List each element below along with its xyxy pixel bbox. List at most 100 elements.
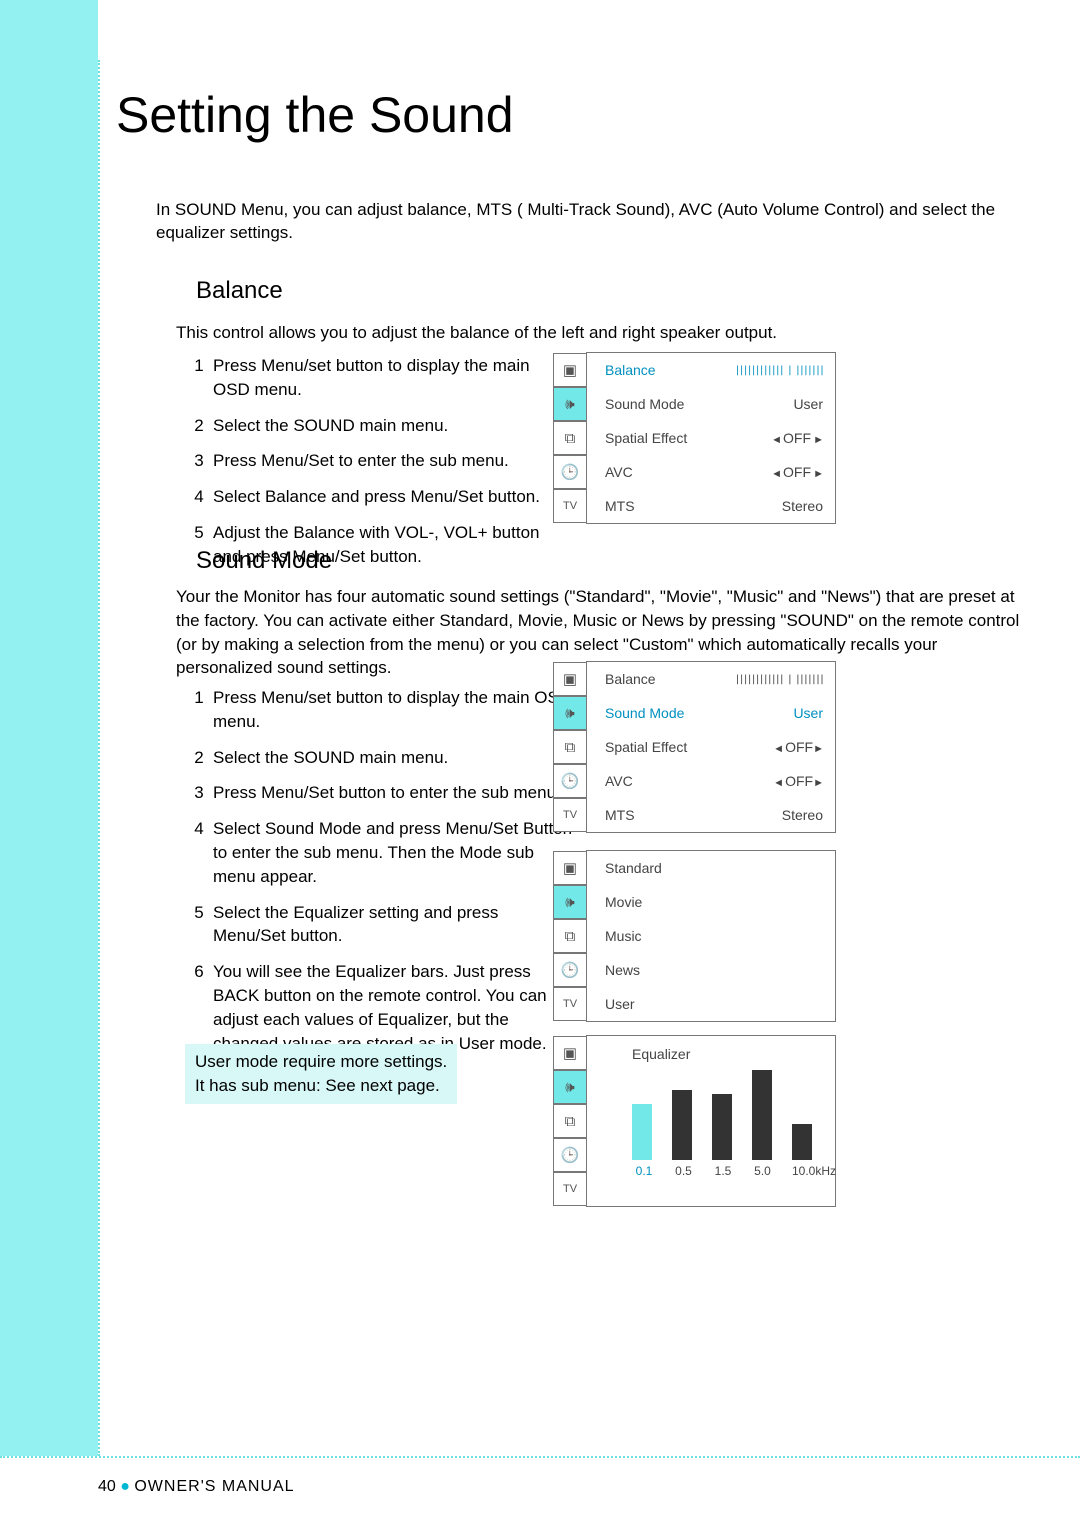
step-text: Select the Equalizer setting and press M… <box>213 901 575 949</box>
osd-row-avc: AVC◄ OFF ► <box>587 455 835 489</box>
osd-label: MTS <box>605 807 635 823</box>
osd-label: Sound Mode <box>605 396 684 412</box>
osd-value: ◄ OFF ► <box>771 464 823 480</box>
osd-row-spatial: Spatial Effect ◄ OFF► <box>587 730 835 764</box>
osd-mode-movie: Movie <box>587 885 835 919</box>
timer-icon: 🕒 <box>553 1138 587 1172</box>
dotted-divider-horizontal <box>0 1456 1080 1458</box>
osd-mode-music: Music <box>587 919 835 953</box>
osd-mode-user: User <box>587 987 835 1021</box>
eq-bar <box>752 1070 772 1160</box>
dotted-divider-vertical <box>98 60 100 1456</box>
balance-ticks: |||||||||||| | ||||||| <box>735 674 823 685</box>
osd-row-soundmode: Sound Mode User <box>587 696 835 730</box>
note-line: User mode require more settings. <box>195 1050 447 1074</box>
osd-label: Music <box>605 928 642 944</box>
page-number: 40 <box>98 1478 116 1495</box>
osd-mode-news: News <box>587 953 835 987</box>
step-text: Press Menu/Set button to enter the sub m… <box>213 781 575 805</box>
picture-icon: ▣ <box>553 851 587 885</box>
osd-icon-column: ▣ 🕪 ⧉ 🕒 TV <box>553 851 587 1021</box>
sound-icon: 🕪 <box>553 387 587 421</box>
balance-subtext: This control allows you to adjust the ba… <box>176 323 936 343</box>
equalizer-axis: 0.1 0.5 1.5 5.0 10.0kHz <box>632 1164 838 1178</box>
osd-mode-standard: Standard <box>587 851 835 885</box>
footer-label: OWNER'S MANUAL <box>134 1478 294 1495</box>
timer-icon: 🕒 <box>553 953 587 987</box>
osd-label: Balance <box>605 671 656 687</box>
osd-menu-balance: ▣ 🕪 ⧉ 🕒 TV Balance|||||||||||| | |||||||… <box>586 352 836 524</box>
picture-icon: ▣ <box>553 1036 587 1070</box>
osd-icon-column: ▣ 🕪 ⧉ 🕒 TV <box>553 662 587 832</box>
picture-icon: ▣ <box>553 353 587 387</box>
osd-row-balance: Balance |||||||||||| | ||||||| <box>587 353 835 387</box>
eq-bar <box>792 1124 812 1160</box>
osd-icon-column: ▣ 🕪 ⧉ 🕒 TV <box>553 353 587 523</box>
step-text: You will see the Equalizer bars. Just pr… <box>213 960 575 1055</box>
osd-row-mts: MTS Stereo <box>587 489 835 523</box>
step-number: 5 <box>185 901 213 949</box>
balance-heading: Balance <box>196 277 283 305</box>
step-number: 4 <box>185 485 213 509</box>
eq-label: 1.5 <box>711 1164 735 1178</box>
osd-value: User <box>793 705 823 721</box>
osd-value: ◄ OFF► <box>773 773 823 789</box>
step-text: Press Menu/set button to display the mai… <box>213 686 575 734</box>
step-number: 1 <box>185 354 213 402</box>
sound-icon: 🕪 <box>553 696 587 730</box>
osd-menu-soundmode: ▣ 🕪 ⧉ 🕒 TV Balance|||||||||||| | |||||||… <box>586 661 836 833</box>
sound-icon: 🕪 <box>553 885 587 919</box>
balance-ticks: |||||||||||| | ||||||| <box>735 365 823 376</box>
side-strip <box>0 0 98 1456</box>
eq-bar <box>672 1090 692 1160</box>
step-number: 2 <box>185 746 213 770</box>
osd-label: Spatial Effect <box>605 430 687 446</box>
tv-icon: TV <box>553 987 587 1021</box>
osd-icon-column: ▣ 🕪 ⧉ 🕒 TV <box>553 1036 587 1206</box>
eq-label: 5.0 <box>751 1164 775 1178</box>
osd-row-soundmode: Sound Mode User <box>587 387 835 421</box>
tv-icon: TV <box>553 1172 587 1206</box>
step-number: 6 <box>185 960 213 1055</box>
note-line: It has sub menu: See next page. <box>195 1074 447 1098</box>
osd-label: Sound Mode <box>605 705 684 721</box>
step-text: Select the SOUND main menu. <box>213 746 575 770</box>
eq-label: 0.5 <box>672 1164 696 1178</box>
soundmode-steps: 1Press Menu/set button to display the ma… <box>185 686 575 1067</box>
intro-text: In SOUND Menu, you can adjust balance, M… <box>156 199 1026 245</box>
osd-value: ◄ OFF► <box>773 739 823 755</box>
osd-label: Spatial Effect <box>605 739 687 755</box>
step-number: 4 <box>185 817 213 888</box>
equalizer-bars <box>632 1070 838 1160</box>
osd-value: User <box>793 396 823 412</box>
osd-value: Stereo <box>782 807 823 823</box>
step-text: Select Balance and press Menu/Set button… <box>213 485 565 509</box>
osd-label: MTS <box>605 498 635 514</box>
osd-row-balance: Balance |||||||||||| | ||||||| <box>587 662 835 696</box>
step-text: Press Menu/set button to display the mai… <box>213 354 565 402</box>
step-number: 1 <box>185 686 213 734</box>
osd-row-mts: MTS Stereo <box>587 798 835 832</box>
bullet-icon: ● <box>120 1478 134 1495</box>
osd-value: ◄ OFF ► <box>771 430 823 446</box>
osd-row-avc: AVC ◄ OFF► <box>587 764 835 798</box>
pip-icon: ⧉ <box>553 730 587 764</box>
tv-icon: TV <box>553 798 587 832</box>
step-number: 3 <box>185 449 213 473</box>
osd-label: News <box>605 962 640 978</box>
eq-label: 10.0kHz <box>790 1164 838 1178</box>
timer-icon: 🕒 <box>553 455 587 489</box>
osd-value: Stereo <box>782 498 823 514</box>
osd-label: Balance <box>605 362 656 378</box>
equalizer-box: Equalizer 0.1 0.5 1.5 5.0 10.0kHz <box>632 1046 838 1204</box>
note-box: User mode require more settings. It has … <box>185 1044 457 1104</box>
equalizer-title: Equalizer <box>632 1046 838 1062</box>
page-title: Setting the Sound <box>116 86 514 144</box>
tv-icon: TV <box>553 489 587 523</box>
pip-icon: ⧉ <box>553 1104 587 1138</box>
timer-icon: 🕒 <box>553 764 587 798</box>
step-number: 3 <box>185 781 213 805</box>
osd-row-spatial: Spatial Effect ◄ OFF ► <box>587 421 835 455</box>
osd-label: AVC <box>605 773 633 789</box>
eq-label: 0.1 <box>632 1164 656 1178</box>
